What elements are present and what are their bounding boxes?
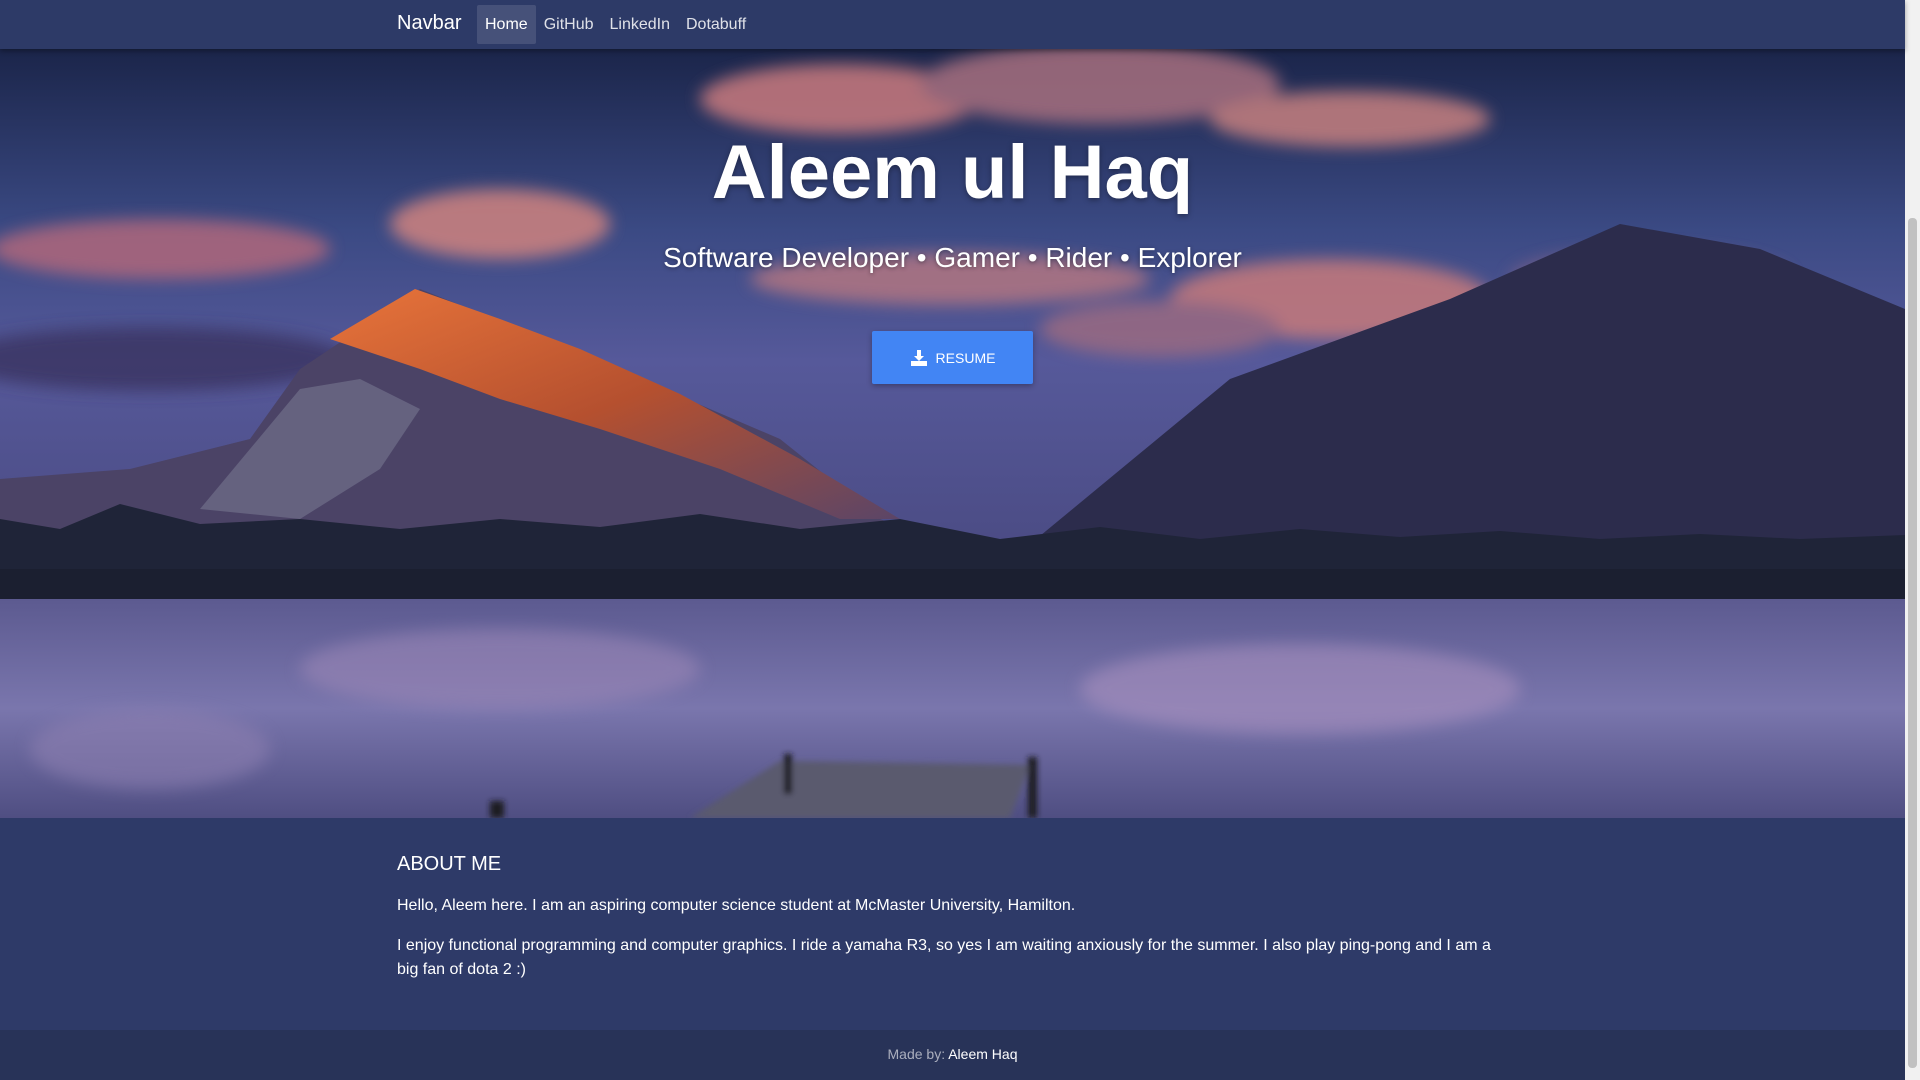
resume-button[interactable]: RESUME: [872, 331, 1033, 384]
about-paragraph: I enjoy functional programming and compu…: [397, 937, 1491, 978]
download-icon: [910, 349, 928, 367]
scrollbar-thumb[interactable]: [1908, 218, 1917, 1068]
hero-subtitle: Software Developer • Gamer • Rider • Exp…: [663, 242, 1242, 273]
about-paragraph: Hello, Aleem here. I am an aspiring comp…: [397, 897, 1076, 914]
navbar: Navbar Home GitHub LinkedIn Dotabuff: [0, 0, 1905, 49]
nav-link-dotabuff[interactable]: Dotabuff: [678, 5, 754, 44]
page: Navbar Home GitHub LinkedIn Dotabuff Ale…: [0, 0, 1905, 1080]
footer: Made by: Aleem Haq: [0, 1030, 1905, 1080]
nav-link-linkedin[interactable]: LinkedIn: [601, 5, 678, 44]
hero-section: Aleem ul Haq Software Developer • Gamer …: [0, 49, 1905, 818]
nav-link-home[interactable]: Home: [477, 5, 536, 44]
scrollbar[interactable]: [1905, 0, 1920, 1080]
about-section: ABOUT ME Hello, Aleem here. I am an aspi…: [0, 818, 1905, 1014]
hero-title: Aleem ul Haq: [711, 130, 1194, 215]
footer-label: Made by:: [887, 1046, 949, 1062]
navbar-brand[interactable]: Navbar: [397, 12, 461, 35]
nav-links: Home GitHub LinkedIn Dotabuff: [477, 5, 754, 44]
footer-author-link[interactable]: Aleem Haq: [948, 1046, 1017, 1062]
resume-button-label: RESUME: [935, 349, 996, 366]
about-heading: ABOUT ME: [397, 853, 502, 875]
nav-link-github[interactable]: GitHub: [536, 5, 602, 44]
